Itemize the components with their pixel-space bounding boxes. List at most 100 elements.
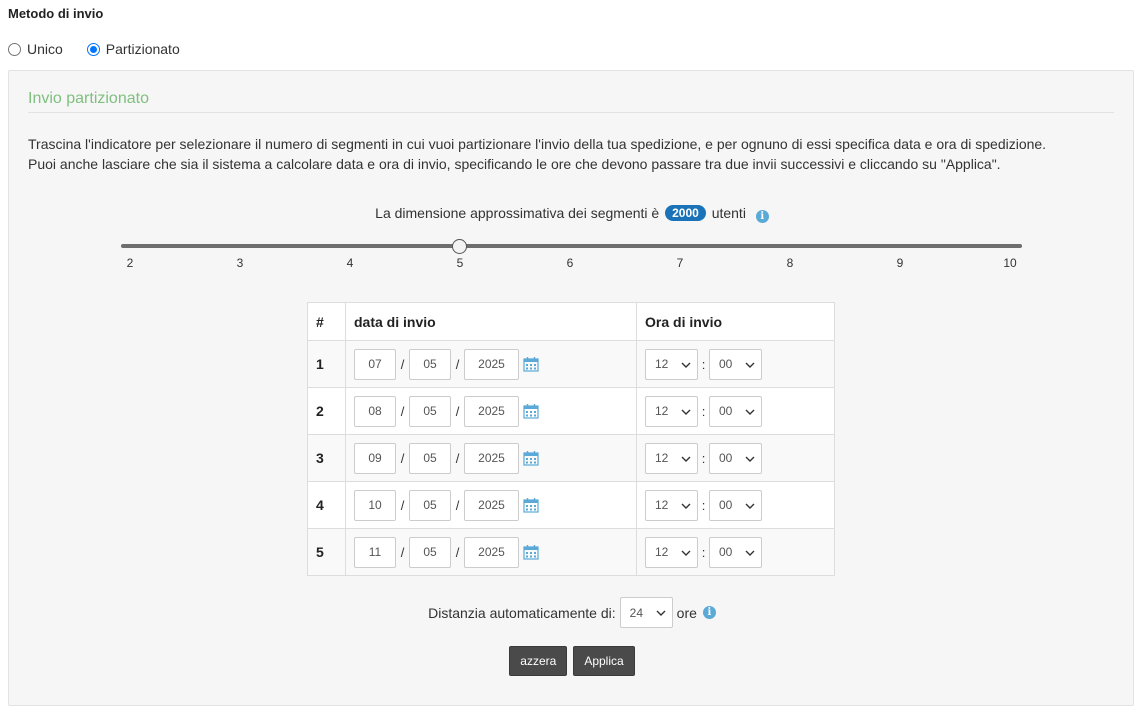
chevron-down-icon bbox=[656, 610, 666, 616]
day-input[interactable]: 10 bbox=[354, 489, 396, 521]
minute-select[interactable]: 00 bbox=[709, 489, 762, 521]
month-input[interactable]: 05 bbox=[409, 442, 451, 474]
calendar-icon[interactable] bbox=[523, 450, 539, 466]
minute-value: 00 bbox=[719, 498, 733, 512]
date-cell: 09/05/2025 bbox=[345, 434, 637, 482]
hour-select[interactable]: 12 bbox=[645, 395, 698, 427]
hour-select[interactable]: 12 bbox=[645, 489, 698, 521]
date-separator: / bbox=[400, 403, 405, 419]
year-input[interactable]: 2025 bbox=[464, 442, 519, 474]
info-icon[interactable]: i bbox=[755, 210, 769, 223]
slider-tick-8: 8 bbox=[786, 256, 794, 270]
time-cell: 12:00 bbox=[636, 481, 835, 529]
day-input[interactable]: 08 bbox=[354, 395, 396, 427]
segments-slider-track[interactable] bbox=[121, 244, 1022, 248]
auto-distance-row: Distanzia automaticamente di: 24 ore i bbox=[9, 597, 1135, 628]
day-input[interactable]: 09 bbox=[354, 442, 396, 474]
segments-slider-handle[interactable] bbox=[452, 239, 467, 254]
minute-value: 00 bbox=[719, 404, 733, 418]
method-radio-group: Unico Partizionato bbox=[8, 41, 204, 57]
apply-button[interactable]: Applica bbox=[573, 646, 635, 676]
calendar-icon[interactable] bbox=[523, 497, 539, 513]
chevron-down-icon bbox=[681, 456, 691, 462]
row-number: 4 bbox=[307, 481, 346, 529]
hour-value: 12 bbox=[655, 357, 669, 371]
time-cell: 12:00 bbox=[636, 434, 835, 482]
month-input[interactable]: 05 bbox=[409, 348, 451, 380]
year-input[interactable]: 2025 bbox=[464, 395, 519, 427]
minute-value: 00 bbox=[719, 357, 733, 371]
calendar-icon[interactable] bbox=[523, 356, 539, 372]
slider-tick-7: 7 bbox=[676, 256, 684, 270]
segment-size-badge: 2000 bbox=[665, 205, 706, 221]
year-input[interactable]: 2025 bbox=[464, 489, 519, 521]
chevron-down-icon bbox=[745, 456, 755, 462]
row-number: 3 bbox=[307, 434, 346, 482]
partitioned-panel: Invio partizionato Trascina l'indicatore… bbox=[8, 70, 1134, 706]
header-time: Ora di invio bbox=[636, 302, 835, 341]
slider-tick-9: 9 bbox=[896, 256, 904, 270]
method-title: Metodo di invio bbox=[8, 6, 104, 21]
radio-partizionato[interactable]: Partizionato bbox=[86, 41, 180, 57]
radio-unico[interactable]: Unico bbox=[8, 41, 63, 57]
minute-select[interactable]: 00 bbox=[709, 442, 762, 474]
table-row: 1 07/05/2025 12:00 bbox=[307, 340, 835, 388]
minute-select[interactable]: 00 bbox=[709, 348, 762, 380]
day-input[interactable]: 11 bbox=[354, 536, 396, 568]
minute-value: 00 bbox=[719, 451, 733, 465]
date-separator: / bbox=[455, 497, 460, 513]
hour-select[interactable]: 12 bbox=[645, 442, 698, 474]
radio-partizionato-label: Partizionato bbox=[105, 41, 180, 57]
hour-value: 12 bbox=[655, 451, 669, 465]
time-separator: : bbox=[701, 544, 706, 560]
time-separator: : bbox=[701, 450, 706, 466]
date-separator: / bbox=[455, 450, 460, 466]
minute-select[interactable]: 00 bbox=[709, 536, 762, 568]
info-icon[interactable]: i bbox=[702, 606, 716, 619]
date-separator: / bbox=[455, 356, 460, 372]
day-input[interactable]: 07 bbox=[354, 348, 396, 380]
auto-distance-select[interactable]: 24 bbox=[619, 597, 673, 628]
segments-table: # data di invio Ora di invio 1 07/05/2025… bbox=[307, 302, 835, 576]
calendar-icon[interactable] bbox=[523, 544, 539, 560]
year-input[interactable]: 2025 bbox=[464, 536, 519, 568]
chevron-down-icon bbox=[681, 409, 691, 415]
radio-unico-circle[interactable] bbox=[8, 42, 21, 56]
calendar-icon[interactable] bbox=[523, 403, 539, 419]
radio-partizionato-circle[interactable] bbox=[86, 42, 100, 56]
header-date: data di invio bbox=[345, 302, 637, 341]
hour-value: 12 bbox=[655, 545, 669, 559]
month-input[interactable]: 05 bbox=[409, 536, 451, 568]
hour-value: 12 bbox=[655, 404, 669, 418]
chevron-down-icon bbox=[745, 503, 755, 509]
table-header-row: # data di invio Ora di invio bbox=[307, 302, 835, 341]
hour-select[interactable]: 12 bbox=[645, 536, 698, 568]
auto-distance-label: Distanzia automaticamente di: bbox=[428, 604, 616, 621]
slider-tick-2: 2 bbox=[126, 256, 134, 270]
month-input[interactable]: 05 bbox=[409, 489, 451, 521]
header-num: # bbox=[307, 302, 346, 341]
date-separator: / bbox=[400, 544, 405, 560]
date-cell: 10/05/2025 bbox=[345, 481, 637, 529]
description-line-2: Puoi anche lasciare che sia il sistema a… bbox=[28, 156, 1001, 172]
date-cell: 11/05/2025 bbox=[345, 528, 637, 576]
date-separator: / bbox=[400, 450, 405, 466]
slider-tick-3: 3 bbox=[236, 256, 244, 270]
segment-size-prefix: La dimensione approssimativa dei segment… bbox=[375, 205, 660, 221]
year-input[interactable]: 2025 bbox=[464, 348, 519, 380]
minute-value: 00 bbox=[719, 545, 733, 559]
hour-select[interactable]: 12 bbox=[645, 348, 698, 380]
table-row: 3 09/05/2025 12:00 bbox=[307, 434, 835, 482]
slider-tick-4: 4 bbox=[346, 256, 354, 270]
date-separator: / bbox=[400, 497, 405, 513]
time-separator: : bbox=[701, 403, 706, 419]
slider-tick-6: 6 bbox=[566, 256, 574, 270]
chevron-down-icon bbox=[681, 362, 691, 368]
date-separator: / bbox=[400, 356, 405, 372]
row-number: 2 bbox=[307, 387, 346, 435]
chevron-down-icon bbox=[681, 503, 691, 509]
minute-select[interactable]: 00 bbox=[709, 395, 762, 427]
reset-button[interactable]: azzera bbox=[509, 646, 568, 676]
month-input[interactable]: 05 bbox=[409, 395, 451, 427]
date-cell: 08/05/2025 bbox=[345, 387, 637, 435]
